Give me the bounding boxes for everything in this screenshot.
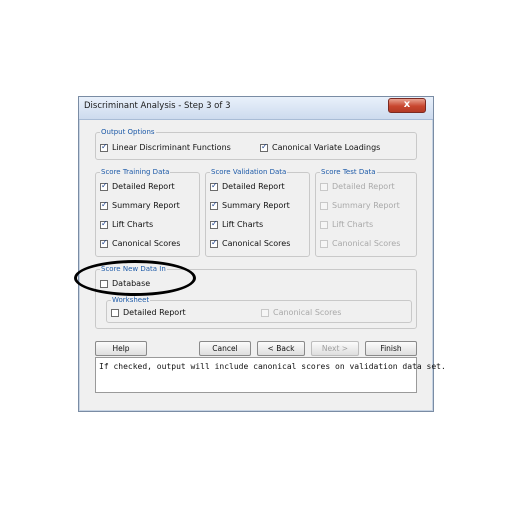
score-test-group: Score Test Data Detailed Report Summary … xyxy=(315,167,417,257)
checkbox-label: Canonical Scores xyxy=(273,308,342,317)
training-canonical-scores-checkbox[interactable]: Canonical Scores xyxy=(100,238,181,248)
checkbox-label: Detailed Report xyxy=(123,308,186,317)
next-button: Next > xyxy=(311,341,359,356)
checkbox-box[interactable] xyxy=(260,142,268,152)
checkbox-box[interactable] xyxy=(100,219,108,229)
worksheet-legend: Worksheet xyxy=(111,295,151,305)
checkbox-box[interactable] xyxy=(100,238,108,248)
score-training-group: Score Training Data Detailed Report Summ… xyxy=(95,167,200,257)
test-detailed-report-checkbox: Detailed Report xyxy=(320,182,395,191)
score-new-data-group: Score New Data In Database Worksheet Det… xyxy=(95,264,417,329)
checkbox-box xyxy=(320,182,328,191)
checkbox-label: Canonical Scores xyxy=(112,239,181,248)
finish-button[interactable]: Finish xyxy=(365,341,417,356)
checkbox-label: Canonical Scores xyxy=(222,239,291,248)
database-checkbox[interactable]: Database xyxy=(100,279,150,288)
validation-detailed-report-checkbox[interactable]: Detailed Report xyxy=(210,181,285,191)
checkbox-label: Linear Discriminant Functions xyxy=(112,143,231,152)
score-test-legend: Score Test Data xyxy=(320,167,377,177)
checkbox-box[interactable] xyxy=(100,142,108,152)
output-options-legend: Output Options xyxy=(100,127,156,137)
training-summary-report-checkbox[interactable]: Summary Report xyxy=(100,200,180,210)
test-summary-report-checkbox: Summary Report xyxy=(320,201,400,210)
checkbox-label: Summary Report xyxy=(222,201,290,210)
checkbox-box[interactable] xyxy=(100,200,108,210)
close-icon[interactable]: x xyxy=(389,99,425,110)
checkbox-box xyxy=(320,239,328,248)
validation-lift-charts-checkbox[interactable]: Lift Charts xyxy=(210,219,264,229)
checkbox-box xyxy=(261,308,269,317)
help-text-box: If checked, output will include canonica… xyxy=(95,357,446,393)
checkbox-box[interactable] xyxy=(210,200,218,210)
checkbox-label: Detailed Report xyxy=(332,182,395,191)
back-button[interactable]: < Back xyxy=(257,341,305,356)
window-title: Discriminant Analysis - Step 3 of 3 xyxy=(84,101,231,111)
checkbox-box[interactable] xyxy=(100,181,108,191)
score-validation-group: Score Validation Data Detailed Report Su… xyxy=(205,167,310,257)
checkbox-box xyxy=(320,220,328,229)
checkbox-label: Lift Charts xyxy=(112,220,154,229)
validation-canonical-scores-checkbox[interactable]: Canonical Scores xyxy=(210,238,291,248)
checkbox-label: Canonical Variate Loadings xyxy=(272,143,381,152)
help-button[interactable]: Help xyxy=(95,341,147,356)
worksheet-canonical-scores-checkbox: Canonical Scores xyxy=(261,308,341,317)
discriminant-analysis-dialog: Discriminant Analysis - Step 3 of 3 x Ou… xyxy=(78,96,446,412)
cancel-button[interactable]: Cancel xyxy=(199,341,251,356)
checkbox-label: Canonical Scores xyxy=(332,239,401,248)
output-options-group: Output Options Linear Discriminant Funct… xyxy=(95,127,417,160)
checkbox-label: Lift Charts xyxy=(222,220,264,229)
checkbox-label: Database xyxy=(112,279,151,288)
canonical-variate-checkbox[interactable]: Canonical Variate Loadings xyxy=(260,142,381,152)
linear-discriminant-checkbox[interactable]: Linear Discriminant Functions xyxy=(100,142,231,152)
checkbox-label: Detailed Report xyxy=(112,182,175,191)
training-lift-charts-checkbox[interactable]: Lift Charts xyxy=(100,219,154,229)
checkbox-box[interactable] xyxy=(210,181,218,191)
close-button[interactable]: x xyxy=(388,98,426,113)
score-new-data-legend: Score New Data In xyxy=(100,264,167,274)
help-text: If checked, output will include canonica… xyxy=(99,362,446,371)
checkbox-label: Detailed Report xyxy=(222,182,285,191)
checkbox-box[interactable] xyxy=(210,238,218,248)
worksheet-detailed-report-checkbox[interactable]: Detailed Report xyxy=(111,308,186,317)
checkbox-box[interactable] xyxy=(210,219,218,229)
checkbox-box xyxy=(320,201,328,210)
score-validation-legend: Score Validation Data xyxy=(210,167,288,177)
title-bar: Discriminant Analysis - Step 3 of 3 x xyxy=(79,97,433,120)
checkbox-box[interactable] xyxy=(111,308,119,317)
training-detailed-report-checkbox[interactable]: Detailed Report xyxy=(100,181,175,191)
score-training-legend: Score Training Data xyxy=(100,167,171,177)
worksheet-group: Worksheet Detailed Report Canonical Scor… xyxy=(106,295,412,323)
test-lift-charts-checkbox: Lift Charts xyxy=(320,220,373,229)
checkbox-box[interactable] xyxy=(100,279,108,288)
checkbox-label: Lift Charts xyxy=(332,220,374,229)
checkbox-label: Summary Report xyxy=(332,201,400,210)
checkbox-label: Summary Report xyxy=(112,201,180,210)
test-canonical-scores-checkbox: Canonical Scores xyxy=(320,239,400,248)
validation-summary-report-checkbox[interactable]: Summary Report xyxy=(210,200,290,210)
